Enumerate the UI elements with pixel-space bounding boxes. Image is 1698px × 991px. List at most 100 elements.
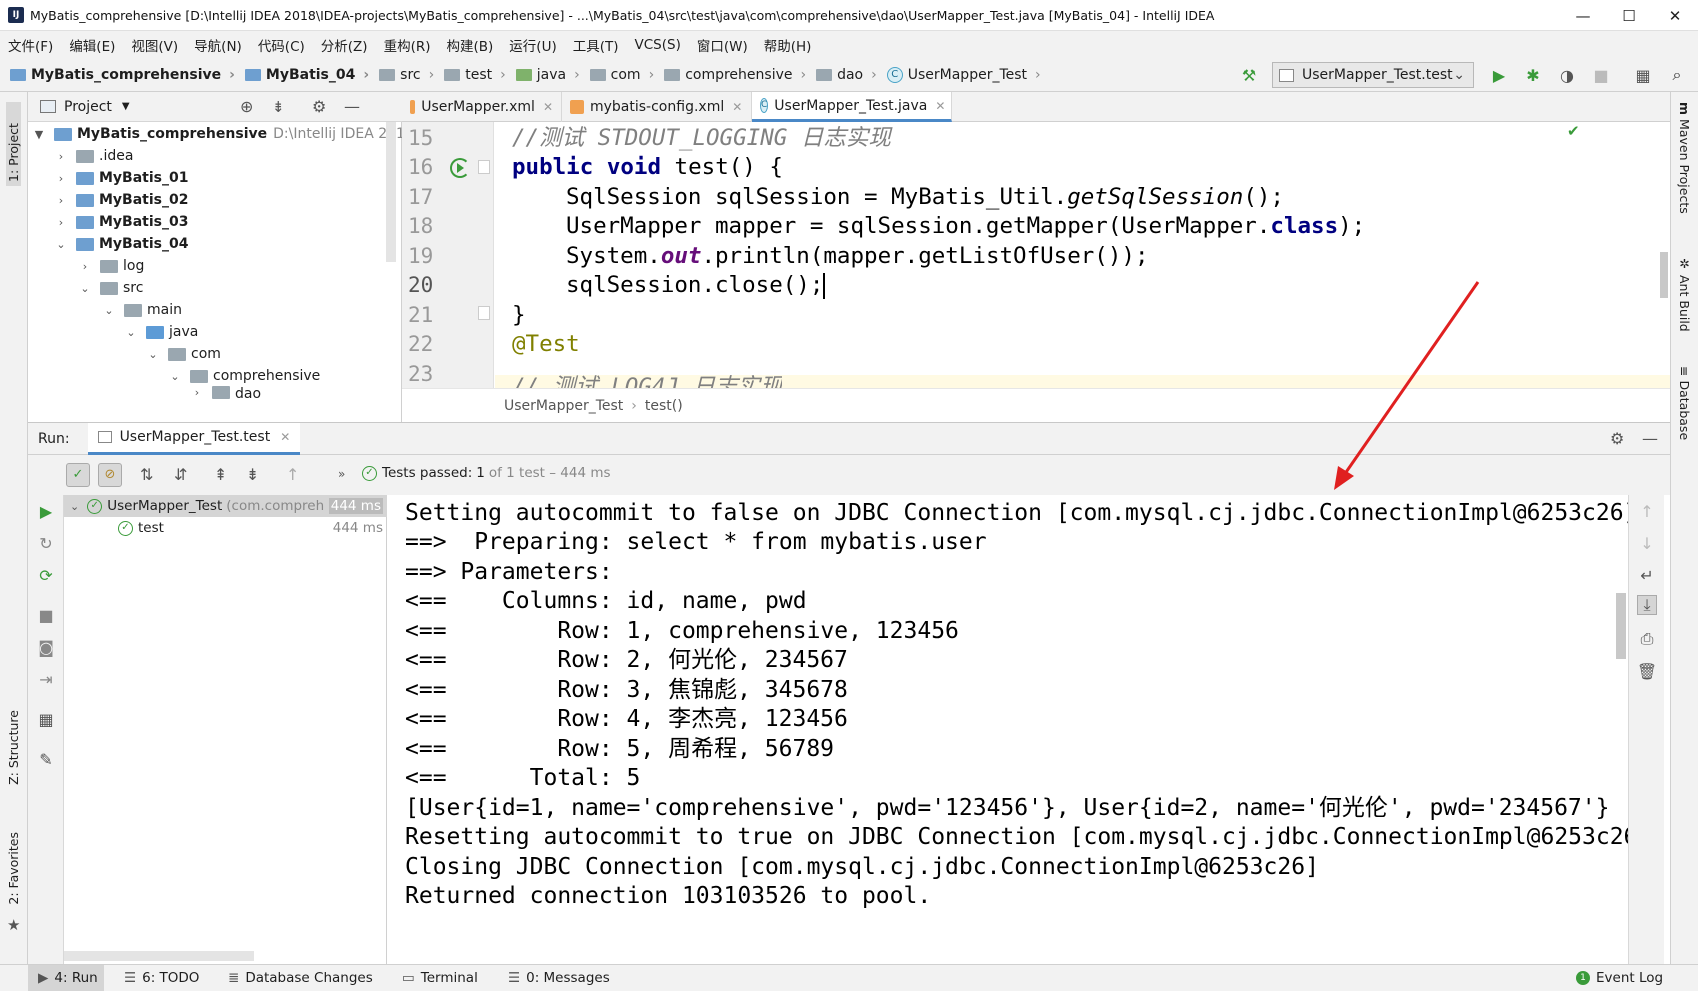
code-line-22[interactable]: @Test — [512, 328, 580, 360]
close-icon[interactable]: ✕ — [732, 100, 742, 114]
scroll-down-icon[interactable]: ↓ — [1637, 533, 1657, 553]
test-tree-root[interactable]: ⌄ ✓ UserMapper_Test (com.compreh 444 ms — [64, 495, 387, 517]
code-line-17[interactable]: SqlSession sqlSession = MyBatis_Util.get… — [566, 181, 1284, 213]
code-line-21[interactable]: } — [512, 299, 526, 331]
tree-item-dao[interactable]: › dao — [190, 386, 261, 400]
tree-item-mybatis-04[interactable]: ⌄ MyBatis_04 — [54, 232, 188, 256]
tab-usermapper-test-java[interactable]: C UserMapper_Test.java ✕ — [752, 92, 952, 122]
tree-item-project-root[interactable]: ▼ MyBatis_comprehensive D:\Intellij IDEA 2… — [32, 122, 419, 146]
menu-edit[interactable]: 编辑(E) — [61, 35, 123, 55]
tab-maven-projects[interactable]: m Maven Projects — [1677, 102, 1692, 214]
hide-icon[interactable]: — — [1642, 429, 1658, 448]
rerun-icon[interactable]: ▶ — [36, 501, 56, 521]
breadcrumb-comprehensive[interactable]: comprehensive › — [664, 67, 806, 83]
stop-icon[interactable]: ■ — [1590, 64, 1612, 86]
collapse-all-icon[interactable]: ⇟ — [272, 98, 285, 116]
tree-item-main[interactable]: ⌄ main — [102, 298, 182, 322]
hide-icon[interactable]: — — [344, 97, 360, 116]
breadcrumb-class[interactable]: UserMapper_Test — [504, 398, 623, 414]
tab-run[interactable]: ▶ 4: Run — [28, 965, 104, 991]
breadcrumb-project[interactable]: MyBatis_comprehensive › — [10, 67, 235, 83]
tree-item-com[interactable]: ⌄ com — [146, 342, 221, 366]
editor-scrollbar[interactable] — [1660, 252, 1668, 298]
tab-messages[interactable]: ☰ 0: Messages — [508, 965, 610, 991]
tree-item-java[interactable]: ⌄ java — [124, 320, 198, 344]
sort-duration-icon[interactable]: ⇵ — [174, 465, 187, 484]
code-line-19[interactable]: System.out.println(mapper.getListOfUser(… — [566, 240, 1149, 272]
code-line-23[interactable]: // 测试 LOG4J 日志实现 — [512, 358, 782, 388]
menu-tools[interactable]: 工具(T) — [565, 35, 627, 55]
menu-help[interactable]: 帮助(H) — [756, 35, 820, 55]
locate-icon[interactable]: ⊕ — [240, 97, 253, 116]
breadcrumb-test[interactable]: test › — [444, 67, 506, 83]
search-icon[interactable]: ⌕ — [1666, 64, 1688, 86]
code-line-15[interactable]: //测试 STDOUT_LOGGING 日志实现 — [512, 122, 891, 154]
menu-navigate[interactable]: 导航(N) — [186, 35, 250, 55]
close-icon[interactable]: ✕ — [935, 99, 945, 113]
project-structure-icon[interactable]: ▦ — [1632, 64, 1654, 86]
tab-project[interactable]: 1: Project — [6, 102, 21, 186]
run-tab[interactable]: UserMapper_Test.test ✕ — [87, 422, 301, 455]
breadcrumb-com[interactable]: com › — [589, 67, 654, 83]
build-hammer-icon[interactable]: ⚒ — [1238, 64, 1260, 86]
tree-item-log[interactable]: › log — [78, 254, 145, 278]
menu-file[interactable]: 文件(F) — [0, 35, 61, 55]
menu-refactor[interactable]: 重构(R) — [376, 35, 439, 55]
project-scrollbar[interactable] — [386, 122, 396, 262]
collapse-all-icon[interactable]: ⇟ — [246, 465, 259, 484]
stop-icon[interactable]: ■ — [36, 605, 56, 625]
tab-database-changes[interactable]: ≣ Database Changes — [228, 965, 373, 991]
menu-run[interactable]: 运行(U) — [501, 35, 564, 55]
menu-build[interactable]: 构建(B) — [439, 35, 502, 55]
toggle-auto-test-icon[interactable]: ⟳ — [36, 565, 56, 585]
console-scrollbar[interactable] — [1616, 593, 1626, 659]
minimize-button[interactable]: — — [1560, 0, 1606, 31]
chevron-down-icon[interactable]: ▼ — [122, 101, 130, 112]
fold-marker-icon[interactable] — [478, 160, 490, 174]
project-view-select[interactable]: Project — [64, 99, 112, 115]
event-log-button[interactable]: 1 Event Log — [1576, 965, 1663, 991]
tab-terminal[interactable]: ▭ Terminal — [402, 965, 478, 991]
close-icon[interactable]: ✕ — [543, 100, 553, 114]
menu-vcs[interactable]: VCS(S) — [627, 37, 689, 53]
tab-todo[interactable]: ☰ 6: TODO — [124, 965, 199, 991]
code-line-20[interactable]: sqlSession.close(); — [566, 269, 826, 301]
print-icon[interactable]: ⎙ — [1637, 629, 1657, 649]
scroll-to-end-icon[interactable]: ⤓ — [1637, 595, 1657, 615]
tree-item-comprehensive[interactable]: ⌄ comprehensive — [168, 364, 320, 388]
soft-wrap-icon[interactable]: ↵ — [1637, 565, 1657, 585]
code-line-16[interactable]: public void test() { — [512, 151, 783, 183]
breadcrumb-dao[interactable]: dao › — [816, 67, 877, 83]
breadcrumb-class[interactable]: C UserMapper_Test › — [886, 66, 1041, 83]
tree-item-mybatis-02[interactable]: › MyBatis_02 — [54, 188, 189, 212]
breadcrumb-java[interactable]: java › — [515, 67, 580, 83]
show-passed-icon[interactable]: ✓ — [66, 463, 90, 487]
tab-mybatis-config-xml[interactable]: mybatis-config.xml ✕ — [562, 92, 752, 122]
tab-structure[interactable]: Z: Structure — [6, 710, 21, 785]
gear-icon[interactable]: ⚙ — [312, 97, 326, 116]
layout-icon[interactable]: ▦ — [36, 709, 56, 729]
close-icon[interactable]: ✕ — [280, 430, 290, 444]
tree-horizontal-scrollbar[interactable] — [64, 951, 254, 961]
gear-icon[interactable]: ⚙ — [1610, 429, 1624, 448]
run-icon[interactable]: ▶ — [1488, 64, 1510, 86]
console-output[interactable]: Setting autocommit to false on JDBC Conn… — [387, 495, 1664, 965]
maximize-button[interactable]: ☐ — [1606, 0, 1652, 31]
tab-ant-build[interactable]: ✲ Ant Build — [1677, 256, 1692, 332]
more-icon[interactable]: » — [338, 467, 345, 481]
tab-usermapper-xml[interactable]: UserMapper.xml ✕ — [402, 92, 562, 122]
tab-favorites[interactable]: 2: Favorites — [6, 832, 21, 905]
tree-item-idea[interactable]: › .idea — [54, 144, 134, 168]
run-configuration-select[interactable]: UserMapper_Test.test ⌄ — [1272, 62, 1474, 88]
coverage-icon[interactable]: ◑ — [1556, 64, 1578, 86]
close-button[interactable]: ✕ — [1652, 0, 1698, 31]
pin-icon[interactable]: ✎ — [36, 749, 56, 769]
test-tree-item[interactable]: ✓ test 444 ms — [64, 517, 387, 539]
tree-item-mybatis-03[interactable]: › MyBatis_03 — [54, 210, 189, 234]
tab-database[interactable]: ≡ Database — [1677, 366, 1692, 440]
sort-alpha-icon[interactable]: ⇅ — [140, 465, 153, 484]
tree-item-src[interactable]: ⌄ src — [78, 276, 143, 300]
menu-analyze[interactable]: 分析(Z) — [313, 35, 376, 55]
previous-failed-icon[interactable]: ↑ — [286, 465, 299, 484]
tree-item-mybatis-01[interactable]: › MyBatis_01 — [54, 166, 189, 190]
